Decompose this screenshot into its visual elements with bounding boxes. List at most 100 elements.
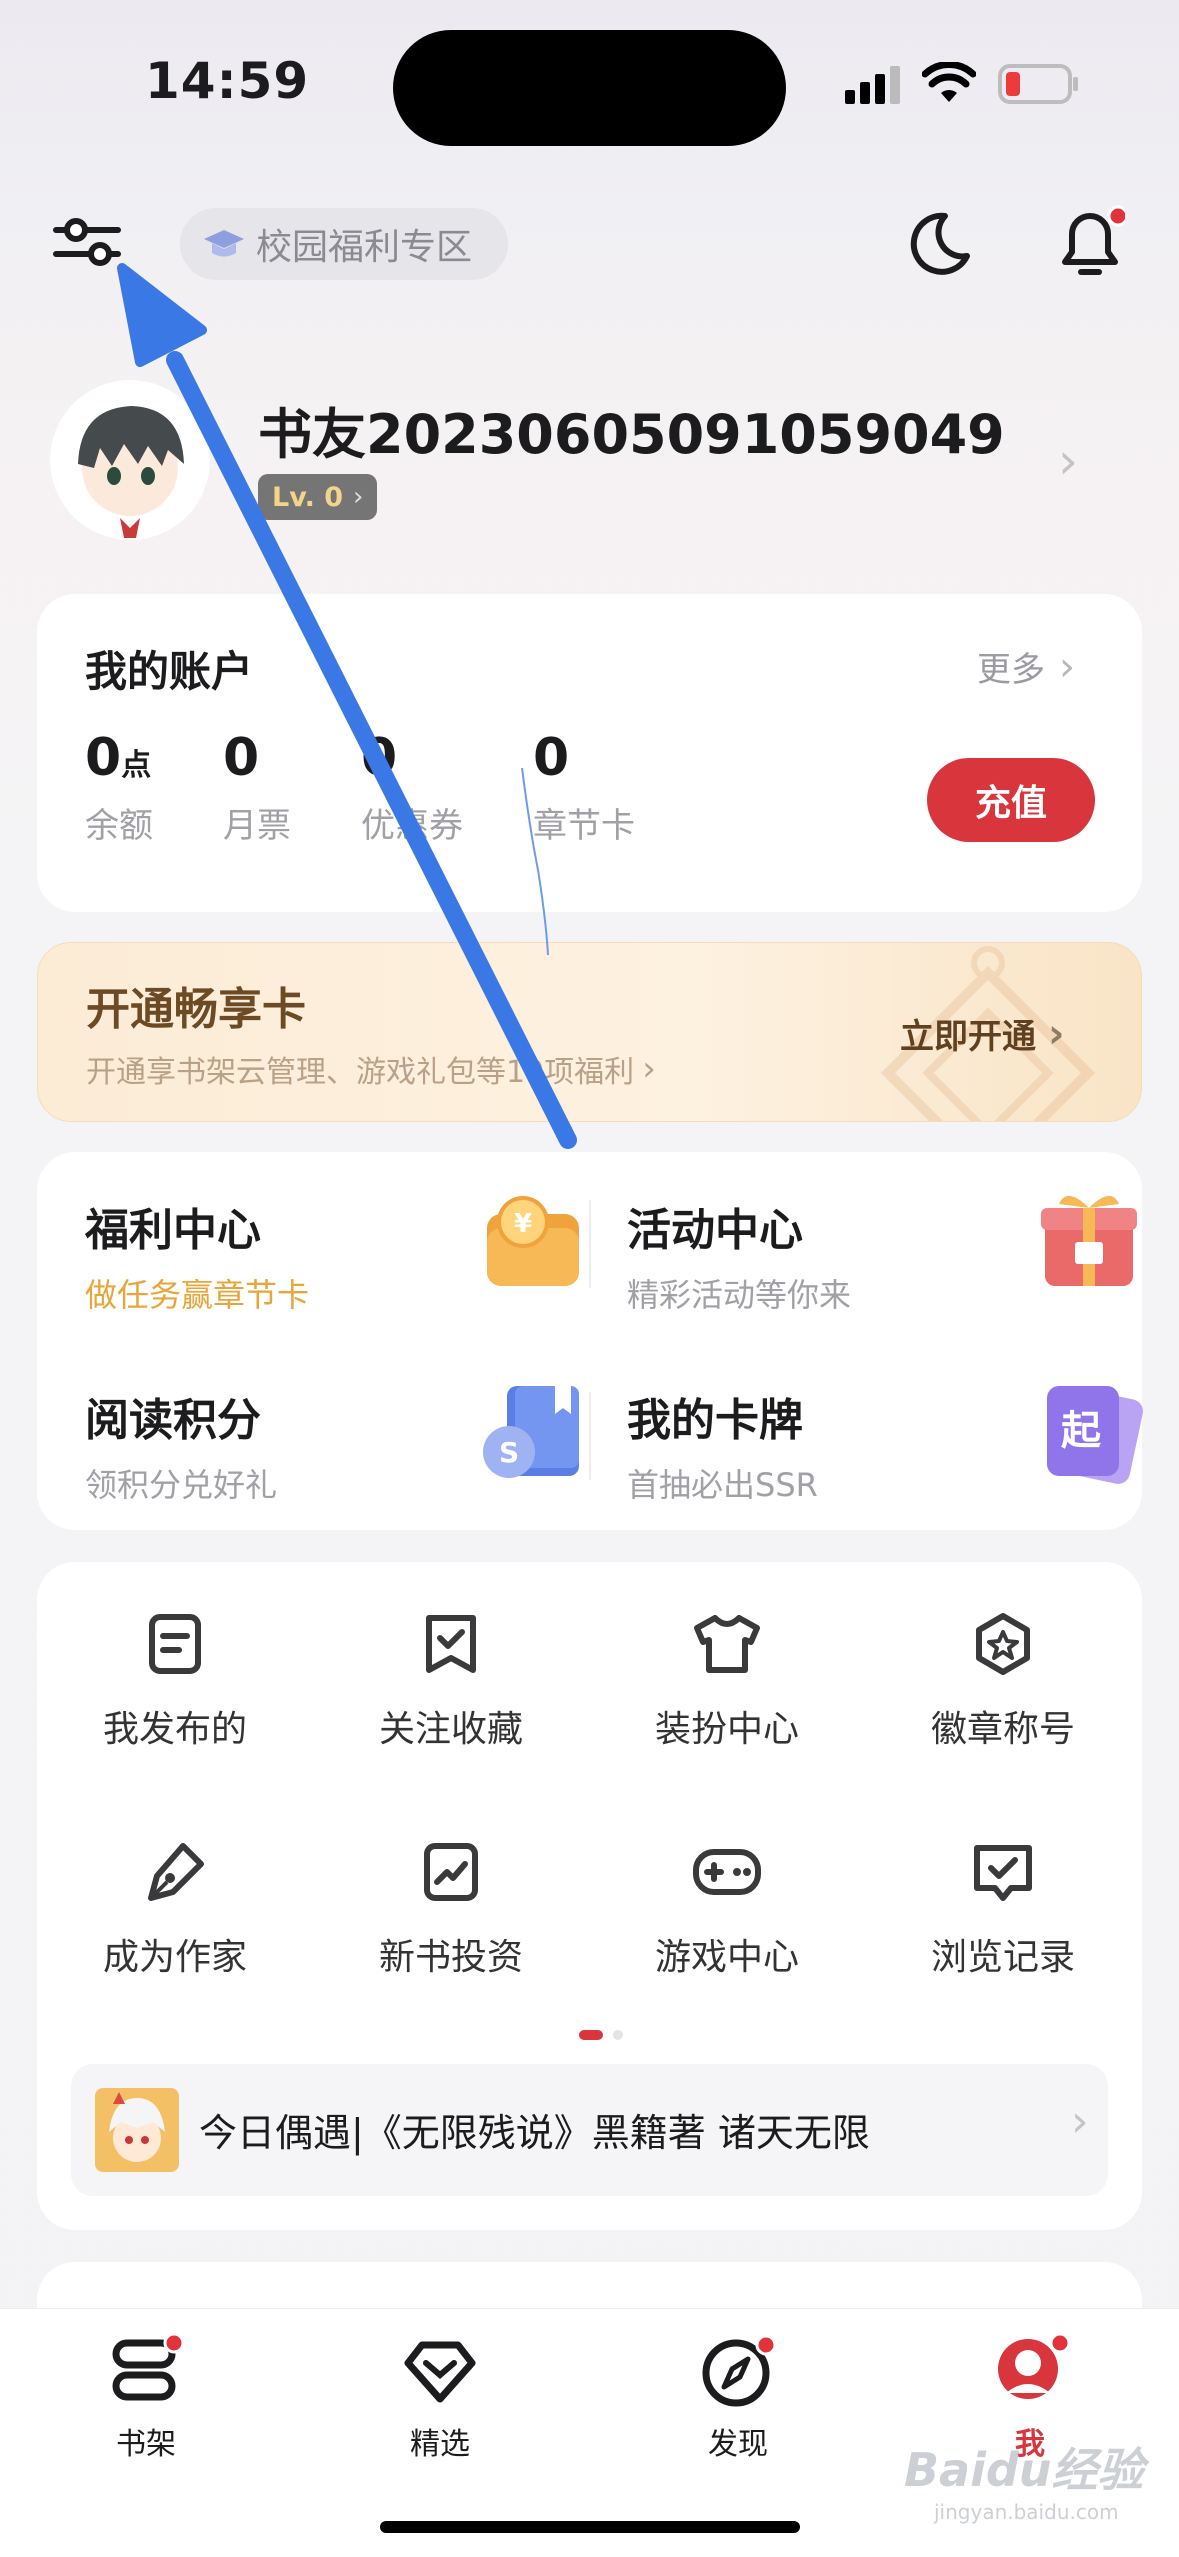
chevron-right-icon: ›: [1071, 2096, 1089, 2147]
chevron-right-icon: ›: [1048, 1010, 1065, 1057]
vip-card[interactable]: 开通畅享卡 开通享书架云管理、游戏礼包等10项福利 › 立即开通 ›: [37, 942, 1142, 1122]
stat-balance[interactable]: 0点 余额: [85, 728, 153, 847]
stat-value: 0: [533, 728, 570, 788]
bookmark-check-icon: [313, 1612, 589, 1676]
chevron-right-icon: ›: [353, 482, 364, 512]
divider: [589, 1392, 591, 1480]
username[interactable]: 书友20230605091059049: [258, 390, 1005, 469]
tab-label: 精选: [410, 2427, 470, 2462]
battery-low-icon: [998, 64, 1080, 104]
history-book-icon: [865, 1840, 1141, 1904]
stat-coupon[interactable]: 0 优惠券: [361, 728, 463, 847]
tool-badges-titles[interactable]: 徽章称号: [865, 1612, 1141, 1752]
trend-chart-icon: [313, 1840, 589, 1904]
feature-title: 我的卡牌: [627, 1395, 803, 1446]
account-more-link[interactable]: 更多 ›: [977, 642, 1075, 691]
book-cover-thumbnail: [95, 2088, 179, 2172]
tool-label: 我发布的: [102, 1709, 247, 1750]
recharge-button[interactable]: 充值: [927, 758, 1095, 842]
tool-game-center[interactable]: 游戏中心: [589, 1840, 865, 1980]
bookshelf-icon: [76, 2333, 216, 2409]
level-badge[interactable]: Lv. 0 ›: [258, 474, 378, 520]
feature-activity-center[interactable]: 活动中心 精彩活动等你来: [627, 1194, 1137, 1324]
stat-label: 优惠券: [361, 806, 463, 846]
feature-title: 活动中心: [627, 1205, 803, 1256]
night-mode-icon[interactable]: [905, 208, 975, 278]
campus-welfare-pill[interactable]: 校园福利专区: [180, 208, 508, 280]
tab-label: 书架: [116, 2427, 176, 2462]
watermark-subtext: jingyan.baidu.com: [934, 2500, 1119, 2524]
page-indicator-dot: [613, 2030, 623, 2040]
campus-welfare-label: 校园福利专区: [256, 227, 473, 268]
status-time: 14:59: [145, 52, 310, 110]
tool-browse-history[interactable]: 浏览记录: [865, 1840, 1141, 1980]
level-text: Lv. 0: [272, 481, 344, 513]
compass-icon: [668, 2333, 808, 2409]
stat-monthly-ticket[interactable]: 0 月票: [223, 728, 291, 847]
vip-open-action[interactable]: 立即开通 ›: [900, 1009, 1064, 1058]
tab-label: 发现: [708, 2427, 768, 2462]
tab-bookshelf[interactable]: 书架: [76, 2333, 216, 2463]
tool-my-posts[interactable]: 我发布的: [37, 1612, 313, 1752]
card-deck-icon: 起: [1039, 1380, 1143, 1484]
chevron-right-icon: ›: [1059, 643, 1075, 690]
home-indicator: [380, 2521, 800, 2533]
tools-card: 我发布的 关注收藏 装扮中心 徽章称号 成为作家 新书投资 游戏中心 浏览记录 …: [37, 1562, 1142, 2230]
vip-subtitle-text: 开通享书架云管理、游戏礼包等10项福利: [86, 1055, 635, 1090]
stat-chapter-card[interactable]: 0 章节卡: [533, 728, 635, 847]
document-icon: [37, 1612, 313, 1676]
tool-label: 浏览记录: [930, 1937, 1075, 1978]
tool-label: 新书投资: [378, 1937, 523, 1978]
stat-value: 0: [223, 728, 260, 788]
dynamic-island: [393, 30, 786, 146]
points-book-icon: S: [477, 1380, 587, 1484]
tool-dressup-center[interactable]: 装扮中心: [589, 1612, 865, 1752]
watermark-text: Baidu经验: [904, 2443, 1144, 2497]
account-title: 我的账户: [85, 647, 254, 696]
divider: [589, 1200, 591, 1288]
notification-bell-icon[interactable]: [1055, 204, 1125, 280]
stat-unit: 点: [121, 748, 152, 783]
baidu-watermark: Baidu经验 jingyan.baidu.com: [904, 2434, 1144, 2524]
features-card: 福利中心 做任务赢章节卡 ¥ 活动中心 精彩活动等你来 阅读积分 领积分兑好礼 …: [37, 1152, 1143, 1530]
graduation-cap-icon: [202, 226, 246, 262]
stat-value: 0: [361, 728, 398, 788]
tab-featured[interactable]: 精选: [370, 2333, 510, 2463]
account-card: 我的账户 更多 › 0点 余额 0 月票 0 优惠券 0 章节卡 充值: [37, 594, 1142, 912]
stat-label: 章节卡: [533, 806, 635, 846]
feature-reading-points[interactable]: 阅读积分 领积分兑好礼 S: [85, 1384, 579, 1514]
vip-title: 开通畅享卡: [86, 984, 306, 1035]
tool-label: 装扮中心: [654, 1709, 799, 1750]
stat-label: 余额: [85, 806, 153, 846]
tab-discover[interactable]: 发现: [668, 2333, 808, 2463]
recommend-banner[interactable]: 今日偶遇|《无限残说》黑籍著 诸天无限 ›: [71, 2064, 1108, 2196]
tool-label: 游戏中心: [654, 1937, 799, 1978]
tool-label: 徽章称号: [930, 1709, 1075, 1750]
chevron-right-icon: ›: [642, 1049, 656, 1089]
coin-wallet-icon: ¥: [483, 1194, 583, 1290]
svg-text:起: 起: [1061, 1408, 1102, 1454]
profile-icon: [960, 2333, 1100, 2409]
annotation-arrow-head: [117, 263, 207, 367]
account-more-label: 更多: [977, 650, 1045, 690]
pen-icon: [37, 1840, 313, 1904]
vip-action-label: 立即开通: [900, 1017, 1036, 1057]
user-avatar[interactable]: [50, 380, 210, 540]
settings-sliders-icon[interactable]: [52, 212, 122, 272]
tool-become-author[interactable]: 成为作家: [37, 1840, 313, 1980]
feature-subtitle: 精彩活动等你来: [627, 1276, 852, 1314]
tool-label: 成为作家: [102, 1937, 247, 1978]
gamepad-icon: [589, 1840, 865, 1904]
tool-follow-favorites[interactable]: 关注收藏: [313, 1612, 589, 1752]
stat-value: 0: [85, 728, 122, 788]
vip-subtitle: 开通享书架云管理、游戏礼包等10项福利 ›: [86, 1047, 656, 1091]
badge-icon: [865, 1612, 1141, 1676]
feature-my-cards[interactable]: 我的卡牌 首抽必出SSR 起: [627, 1384, 1143, 1514]
feature-welfare-center[interactable]: 福利中心 做任务赢章节卡 ¥: [85, 1194, 579, 1324]
tool-new-book-investment[interactable]: 新书投资: [313, 1840, 589, 1980]
stat-label: 月票: [223, 806, 291, 846]
recommend-text: 今日偶遇|《无限残说》黑籍著 诸天无限: [199, 2111, 870, 2155]
diamond-icon: [370, 2333, 510, 2409]
page-indicator-active: [579, 2030, 603, 2040]
profile-chevron-right-icon[interactable]: ›: [1058, 432, 1078, 490]
